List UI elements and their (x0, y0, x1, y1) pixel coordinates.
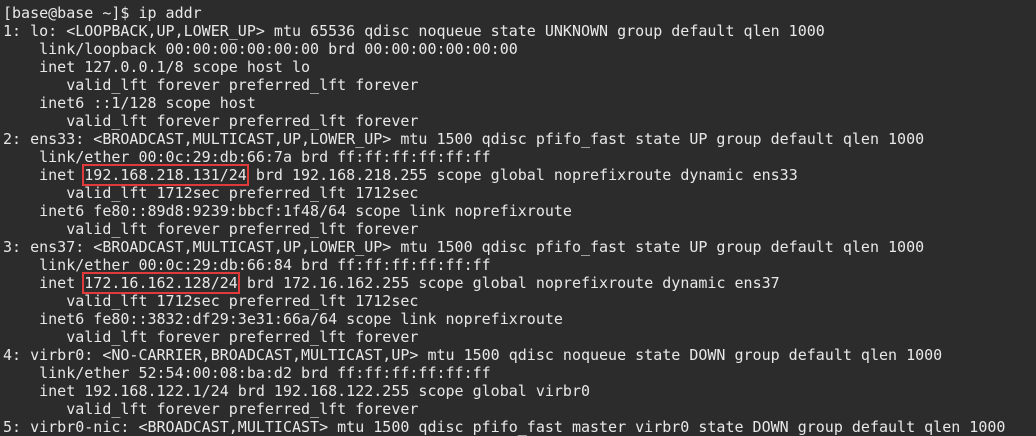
output-line: 1: lo: <LOOPBACK,UP,LOWER_UP> mtu 65536 … (3, 22, 825, 40)
output-line: link/ether 00:0c:29:db:66:84 brd ff:ff:f… (3, 256, 491, 274)
output-line: 5: virbr0-nic: <BROADCAST,MULTICAST> mtu… (3, 418, 1006, 436)
output-line: link/ether 52:54:00:08:ba:d2 brd ff:ff:f… (3, 364, 491, 382)
output-line: valid_lft forever preferred_lft forever (3, 76, 419, 94)
output-line: valid_lft forever preferred_lft forever (3, 328, 419, 346)
output-line: inet 127.0.0.1/8 scope host lo (3, 58, 311, 76)
command-prompt-line: [base@base ~]$ ip addr (3, 4, 202, 22)
output-line: 2: ens33: <BROADCAST,MULTICAST,UP,LOWER_… (3, 130, 925, 148)
output-line: inet6 fe80::3832:df29:3e31:66a/64 scope … (3, 310, 563, 328)
line-suffix: brd 172.16.162.255 scope global noprefix… (237, 274, 780, 292)
output-line: link/loopback 00:00:00:00:00:00 brd 00:0… (3, 40, 518, 58)
output-line-ens37-inet: inet 172.16.162.128/24 brd 172.16.162.25… (3, 272, 1036, 294)
output-line: 4: virbr0: <NO-CARRIER,BROADCAST,MULTICA… (3, 346, 943, 364)
line-suffix: brd 192.168.218.255 scope global noprefi… (246, 166, 798, 184)
line-prefix: inet (3, 274, 85, 292)
output-line: valid_lft forever preferred_lft forever (3, 220, 419, 238)
output-line: valid_lft forever preferred_lft forever (3, 112, 419, 130)
output-line: valid_lft 1712sec preferred_lft 1712sec (3, 184, 419, 202)
output-line: valid_lft 1712sec preferred_lft 1712sec (3, 292, 419, 310)
line-prefix: inet (3, 166, 85, 184)
output-line-ens33-inet: inet 192.168.218.131/24 brd 192.168.218.… (3, 164, 1036, 186)
output-line: 3: ens37: <BROADCAST,MULTICAST,UP,LOWER_… (3, 238, 925, 256)
output-line: inet6 fe80::89d8:9239:bbcf:1f48/64 scope… (3, 202, 572, 220)
output-line: valid_lft forever preferred_lft forever (3, 400, 419, 418)
highlighted-ip-ens33: 192.168.218.131/24 (82, 164, 249, 186)
output-line: link/ether 00:0c:29:db:66:7a brd ff:ff:f… (3, 148, 491, 166)
terminal-window[interactable]: [base@base ~]$ ip addr 1: lo: <LOOPBACK,… (0, 0, 1036, 436)
output-line: inet6 ::1/128 scope host (3, 94, 256, 112)
output-line: inet 192.168.122.1/24 brd 192.168.122.25… (3, 382, 590, 400)
highlighted-ip-ens37: 172.16.162.128/24 (82, 272, 240, 294)
